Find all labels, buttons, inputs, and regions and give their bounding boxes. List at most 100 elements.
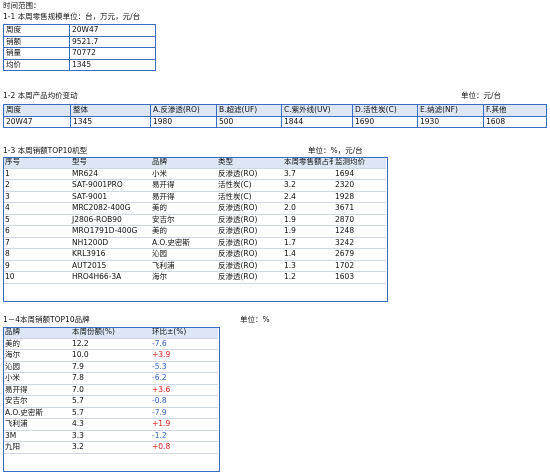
price-change-header: C.紫外线(UV)	[281, 104, 353, 117]
retail-scale-label: 均价	[3, 58, 70, 71]
retail-scale-row: 销量 70772	[3, 47, 156, 60]
price-change-value: 1608	[483, 115, 547, 128]
top10-models-cell: 反渗透(RO)	[216, 271, 282, 284]
top10-models-cell: 反渗透(RO)	[216, 202, 282, 215]
top10-brands-header-row: 品牌 本周份额(%) 环比±(%)	[3, 327, 218, 339]
top10-models-header: 监测均价	[333, 157, 386, 169]
brand-share: 7.0	[70, 384, 150, 396]
table-row: 3M 3.3 -1.2	[3, 430, 218, 442]
section2-unit: 单位：元/台	[461, 91, 502, 100]
top10-brands-header: 品牌	[3, 327, 70, 339]
brand-share: 10.0	[70, 349, 150, 362]
price-change-value: 1844	[281, 115, 353, 128]
table-row: 沁园 7.9 -5.3	[3, 361, 218, 373]
brand-share: 3.2	[70, 441, 150, 454]
table-row: A.O.史密斯 5.7 -7.9	[3, 407, 218, 419]
brand-change: -5.3	[150, 361, 218, 373]
top10-models-header: 类型	[216, 157, 282, 169]
top10-models-cell: 3242	[333, 237, 386, 249]
brand-change: -7.9	[150, 407, 218, 419]
top10-models-cell: 易开得	[150, 179, 216, 192]
brand-share: 12.2	[70, 338, 150, 350]
top10-models-cell: 1	[3, 168, 70, 180]
top10-models-cell: 2679	[333, 248, 386, 261]
top10-models-cell: 1928	[333, 191, 386, 203]
top10-models-table: 序号型号品牌类型本周零售额占有率监测均价1MR624小米反渗透(RO)3.716…	[3, 157, 386, 284]
top10-models-cell: MRO1791D-400G	[70, 225, 150, 238]
table-row: 美的 12.2 -7.6	[3, 338, 218, 350]
brand-change: -7.6	[150, 338, 218, 350]
top10-models-cell: 美的	[150, 202, 216, 215]
table-row: 7 NH1200D A.O.史密斯 反渗透(RO) 1.7 3242	[3, 237, 386, 249]
retail-scale-label: 销额	[3, 35, 70, 48]
top10-models-cell: J2806-ROB90	[70, 214, 150, 226]
table-row: 9 AUT2015 飞利浦 反渗透(RO) 1.3 1702	[3, 260, 386, 272]
top10-models-cell: 小米	[150, 168, 216, 180]
top10-models-header: 本周零售额占有率	[282, 157, 333, 169]
top10-models-cell: A.O.史密斯	[150, 237, 216, 249]
top10-models-header: 序号	[3, 157, 70, 169]
top10-models-cell: MR624	[70, 168, 150, 180]
top10-models-cell: 10	[3, 271, 70, 284]
brand-name: 3M	[3, 430, 70, 442]
brand-share: 5.7	[70, 395, 150, 408]
table-row: 1 MR624 小米 反渗透(RO) 3.7 1694	[3, 168, 386, 180]
brand-change: -1.2	[150, 430, 218, 442]
price-change-value: 1345	[70, 115, 151, 128]
brand-name: 小米	[3, 372, 70, 385]
top10-models-cell: 反渗透(RO)	[216, 214, 282, 226]
top10-models-cell: 反渗透(RO)	[216, 260, 282, 272]
top10-models-cell: 反渗透(RO)	[216, 225, 282, 238]
brand-share: 5.7	[70, 407, 150, 419]
brand-share: 3.3	[70, 430, 150, 442]
top10-models-cell: 反渗透(RO)	[216, 248, 282, 261]
top10-brands-header: 本周份额(%)	[70, 327, 150, 339]
top10-models-header: 型号	[70, 157, 150, 169]
top10-models-cell: 海尔	[150, 271, 216, 284]
price-change-header: F.其他	[483, 104, 547, 117]
price-change-header-row: 周度 整体 A.反渗透(RO) B.超滤(UF) C.紫外线(UV) D.活性炭(C) E.…	[3, 104, 547, 117]
top10-models-cell: 2320	[333, 179, 386, 192]
table-row: 海尔 10.0 +3.9	[3, 349, 218, 362]
top10-models-cell: 9	[3, 260, 70, 272]
table-row: 3 SAT-9001 易开得 活性炭(C) 2.4 1928	[3, 191, 386, 203]
price-change-header: 整体	[70, 104, 151, 117]
brand-change: -0.8	[150, 395, 218, 408]
table-row: 飞利浦 4.3 +1.9	[3, 418, 218, 431]
brand-share: 7.9	[70, 361, 150, 373]
table-row: 安吉尔 5.7 -0.8	[3, 395, 218, 408]
top10-models-cell: 7	[3, 237, 70, 249]
top10-brands-table: 品牌 本周份额(%) 环比±(%) 美的 12.2 -7.6 海尔 10.0 +3.9 沁园 7.9…	[3, 327, 218, 454]
retail-scale-row: 周度 20W47	[3, 24, 156, 37]
brand-change: +0.8	[150, 441, 218, 454]
top10-models-cell: NH1200D	[70, 237, 150, 249]
retail-scale-value: 70772	[69, 47, 156, 60]
retail-scale-value: 9521.7	[69, 35, 156, 48]
top10-models-cell: 活性炭(C)	[216, 191, 282, 203]
price-change-value-row: 20W47 1345 1980 500 1844 1690 1930 1608	[3, 115, 547, 128]
top10-models-cell: 1.2	[282, 271, 333, 284]
section3-title: 1-3 本周销额TOP10机型	[3, 146, 88, 155]
top10-models-cell: 1.9	[282, 225, 333, 238]
top10-models-cell: 2	[3, 179, 70, 192]
price-change-header: E.纳滤(NF)	[417, 104, 484, 117]
table-row: 易开得 7.0 +3.6	[3, 384, 218, 396]
top10-models-cell: 1.7	[282, 237, 333, 249]
retail-scale-value: 20W47	[69, 24, 156, 37]
top10-models-cell: 飞利浦	[150, 260, 216, 272]
brand-name: A.O.史密斯	[3, 407, 70, 419]
top10-models-cell: 3.7	[282, 168, 333, 180]
top10-models-cell: 反渗透(RO)	[216, 168, 282, 180]
top10-models-cell: 4	[3, 202, 70, 215]
top10-models-cell: 6	[3, 225, 70, 238]
brand-name: 海尔	[3, 349, 70, 362]
brand-name: 安吉尔	[3, 395, 70, 408]
top10-models-cell: MRC2082-400G	[70, 202, 150, 215]
top10-models-cell: 1702	[333, 260, 386, 272]
table-row: 8 KRL3916 沁园 反渗透(RO) 1.4 2679	[3, 248, 386, 261]
top10-models-cell: SAT-9001	[70, 191, 150, 203]
top10-brands-header: 环比±(%)	[150, 327, 218, 339]
top10-models-cell: 1694	[333, 168, 386, 180]
price-change-value: 1690	[352, 115, 418, 128]
top10-models-cell: 沁园	[150, 248, 216, 261]
